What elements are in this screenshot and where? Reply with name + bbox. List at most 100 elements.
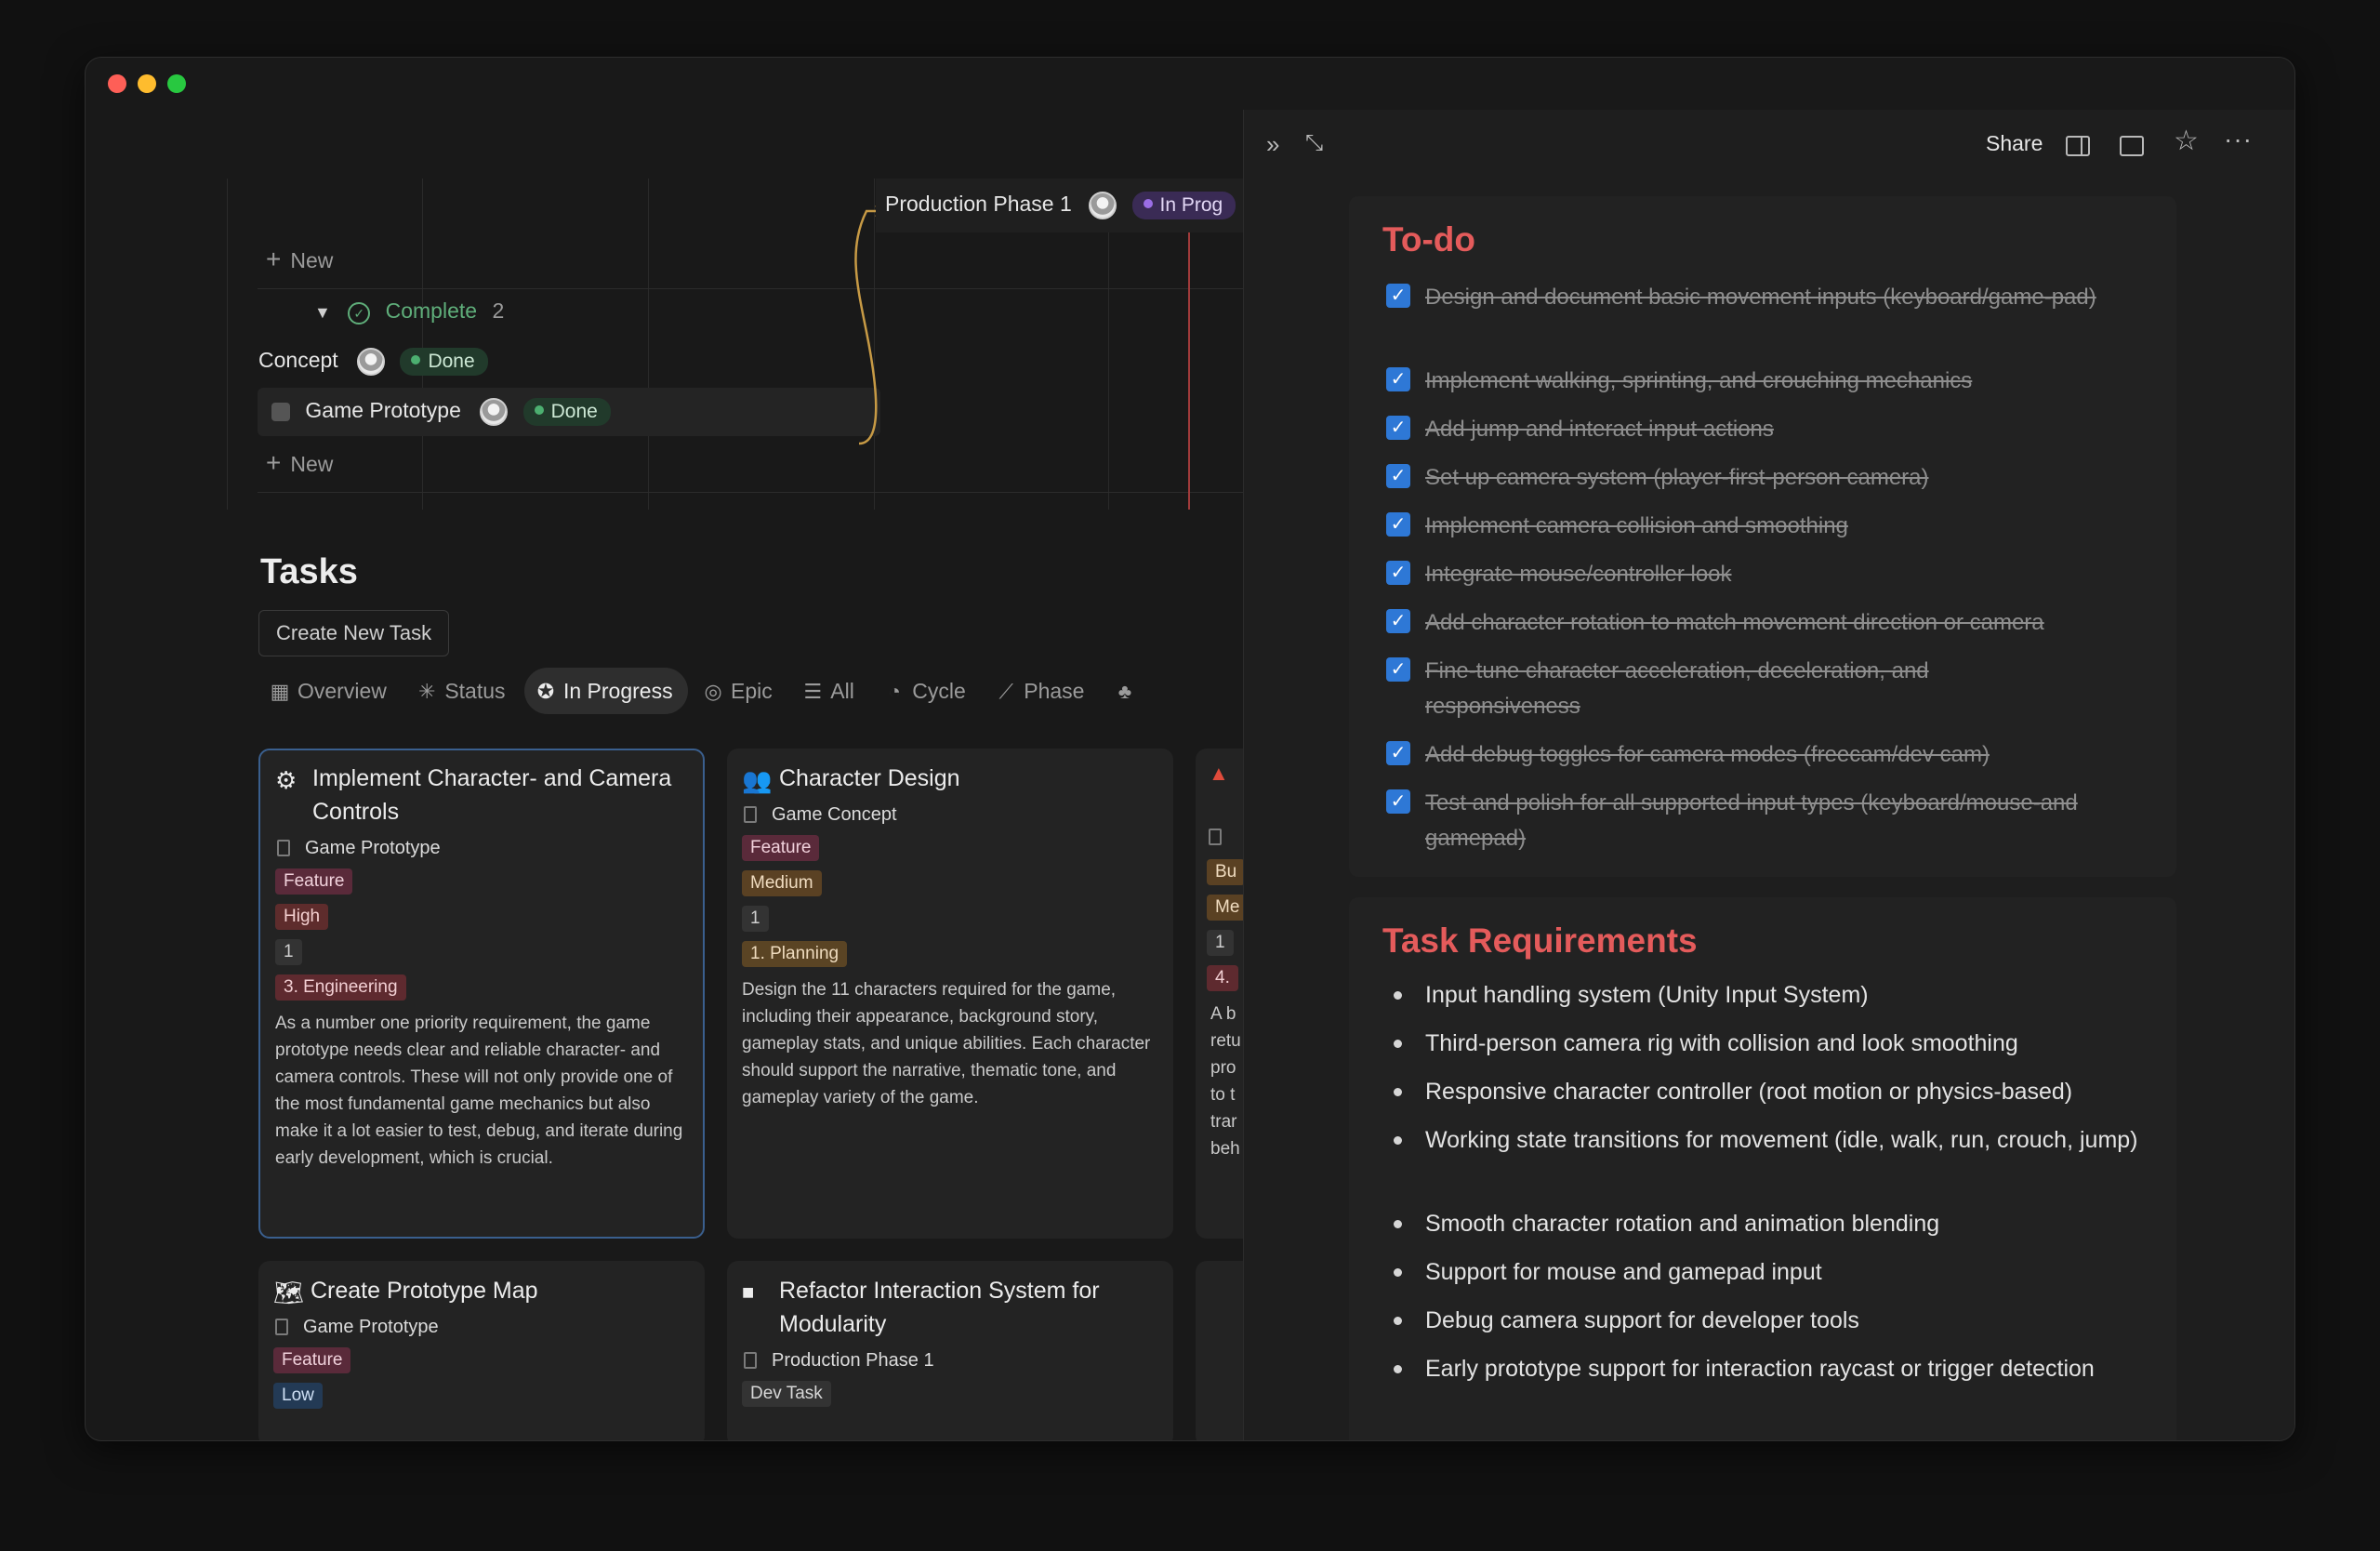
page-icon <box>1209 829 1222 845</box>
list-item: Input handling system (Unity Input Syste… <box>1386 977 2149 1013</box>
page-icon <box>277 840 290 856</box>
app-window: + New ▼ ✓ Complete 2 Concept Done Game Pr… <box>85 57 2295 1441</box>
timeline-new-button[interactable]: + New <box>266 245 333 274</box>
sidebar-layout-icon[interactable] <box>2066 130 2090 159</box>
warning-icon: ▲ <box>1209 762 1229 785</box>
todo-block: To-do ✓ Design and document basic movemen… <box>1349 196 2176 877</box>
sparkle-icon: ✳ <box>418 680 436 703</box>
tag: Feature <box>273 1347 351 1373</box>
list-item: Support for mouse and gamepad input <box>1386 1254 2149 1290</box>
tab-more[interactable]: ♣ <box>1104 668 1157 714</box>
view-tabs: ▦ Overview ✳ Status ✪ In Progress ◎ Epic ☰ Al… <box>258 668 1157 714</box>
status-badge: Done <box>400 348 488 376</box>
tab-epic[interactable]: ◎ Epic <box>692 668 787 714</box>
tag: 4. <box>1207 965 1238 991</box>
checkbox[interactable]: ✓ <box>1386 609 1410 633</box>
people-icon: 👥 <box>742 766 773 794</box>
timeline-row-game-prototype[interactable]: Game Prototype Done <box>271 398 611 426</box>
cycle-icon: ◔ <box>888 680 901 703</box>
requirements-heading: Task Requirements <box>1382 921 1698 960</box>
checkbox[interactable]: ✓ <box>1386 284 1410 308</box>
group-complete-toggle[interactable]: ▼ ✓ Complete 2 <box>314 298 504 325</box>
checkbox[interactable]: ✓ <box>1386 561 1410 585</box>
comment-icon[interactable] <box>2120 130 2144 159</box>
checkbox[interactable]: ✓ <box>1386 741 1410 765</box>
checkbox[interactable]: ✓ <box>1386 367 1410 391</box>
page-icon <box>744 1352 757 1369</box>
task-card[interactable]: ▲ Bu Me 1 4. A b retu pro to t trar beh <box>1196 749 1243 1239</box>
checkbox[interactable]: ✓ <box>1386 789 1410 814</box>
card-description-line: retu <box>1210 1031 1241 1051</box>
status-badge: In Prog <box>1131 192 1236 219</box>
avatar <box>357 348 386 376</box>
star-icon[interactable]: ☆ <box>2174 125 2199 157</box>
chevron-down-icon: ▼ <box>314 303 331 322</box>
tag: Dev Task <box>742 1381 831 1407</box>
tab-overview[interactable]: ▦ Overview <box>258 668 402 714</box>
checkbox[interactable]: ✓ <box>1386 512 1410 537</box>
page-icon <box>275 1319 288 1335</box>
tag: 3. Engineering <box>275 974 406 1001</box>
tag: High <box>275 904 329 930</box>
todo-heading: To-do <box>1382 220 1475 258</box>
square-icon: ■ <box>742 1280 755 1304</box>
tab-cycle[interactable]: ◔ Cycle <box>873 668 981 714</box>
timeline-view: + New ▼ ✓ Complete 2 Concept Done Game Pr… <box>86 58 1243 513</box>
page-icon <box>744 806 757 823</box>
todo-item: ✓ Design and document basic movement inpu… <box>1386 280 2149 315</box>
todo-item: ✓ Implement camera collision and smoothin… <box>1386 509 2149 544</box>
avatar <box>480 398 509 426</box>
card-description-line: A b <box>1210 1004 1236 1024</box>
task-card[interactable]: ⚙ Implement Character- and Camera Control… <box>258 749 705 1239</box>
timeline-new-button[interactable]: + New <box>266 448 333 478</box>
tab-status[interactable]: ✳ Status <box>405 668 520 714</box>
todo-item: ✓ Add debug toggles for camera modes (fre… <box>1386 737 2149 773</box>
gear-icon: ⚙ <box>275 766 298 794</box>
timeline-row-concept[interactable]: Concept Done <box>258 348 488 376</box>
tag: 1 <box>742 906 769 932</box>
list-item: Debug camera support for developer tools <box>1386 1303 2149 1338</box>
todo-item: ✓ Add character rotation to match movemen… <box>1386 605 2149 641</box>
tab-in-progress[interactable]: ✪ In Progress <box>523 668 688 714</box>
list-icon: ☰ <box>803 680 823 703</box>
tag: 1 <box>1207 930 1234 956</box>
tab-phase[interactable]: ⟋ Phase <box>985 668 1099 714</box>
section-title: Tasks <box>260 552 358 591</box>
share-button[interactable]: Share <box>1986 131 2043 156</box>
detail-panel: » ⤡ Share ☆ ··· To-do ✓ Design and docume… <box>1243 110 2294 1440</box>
dependency-connector <box>854 205 886 445</box>
tag: Bu <box>1207 859 1243 885</box>
todo-item: ✓ Test and polish for all supported input… <box>1386 786 2149 856</box>
target-icon: ◎ <box>704 680 722 703</box>
todo-item: ✓ Add jump and interact input actions <box>1386 412 2149 447</box>
checkbox[interactable]: ✓ <box>1386 416 1410 440</box>
status-badge: Done <box>522 398 611 426</box>
tag: 1 <box>275 939 302 965</box>
todo-item: ✓ Integrate mouse/controller look <box>1386 557 2149 592</box>
more-options-icon[interactable]: ··· <box>2224 125 2253 154</box>
create-task-button[interactable]: Create New Task <box>258 610 450 656</box>
collapse-panel-icon[interactable]: » <box>1266 130 1279 159</box>
timeline-bar-production-phase[interactable]: Production Phase 1 In Prog <box>876 179 1243 232</box>
tab-all[interactable]: ☰ All <box>791 668 869 714</box>
card-description-line: beh <box>1210 1139 1240 1159</box>
tag: Me <box>1207 895 1243 921</box>
task-card[interactable] <box>1196 1261 1243 1440</box>
checkbox[interactable]: ✓ <box>1386 464 1410 488</box>
task-card[interactable]: 👥 Character Design Game Concept Feature M… <box>727 749 1173 1239</box>
checkbox[interactable]: ✓ <box>1386 657 1410 682</box>
phase-icon: ⟋ <box>998 680 1013 703</box>
card-description-line: to t <box>1210 1085 1236 1105</box>
star-circle-icon: ✪ <box>536 680 555 703</box>
card-description-line: pro <box>1210 1058 1236 1078</box>
list-item: Smooth character rotation and animation … <box>1386 1206 2149 1241</box>
task-card[interactable]: ■ Refactor Interaction System for Modular… <box>727 1261 1173 1440</box>
list-item: Responsive character controller (root mo… <box>1386 1074 2149 1109</box>
list-item: Third-person camera rig with collision a… <box>1386 1026 2149 1061</box>
map-icon: 🗺 <box>273 1279 305 1306</box>
requirements-block: Task Requirements Input handling system … <box>1349 897 2176 1440</box>
card-description: Design the 11 characters required for th… <box>742 980 1151 1107</box>
task-card[interactable]: 🗺 Create Prototype Map Game Prototype Fea… <box>258 1261 705 1440</box>
expand-icon[interactable]: ⤡ <box>1305 130 1323 156</box>
shapes-icon: ♣ <box>1117 680 1132 703</box>
